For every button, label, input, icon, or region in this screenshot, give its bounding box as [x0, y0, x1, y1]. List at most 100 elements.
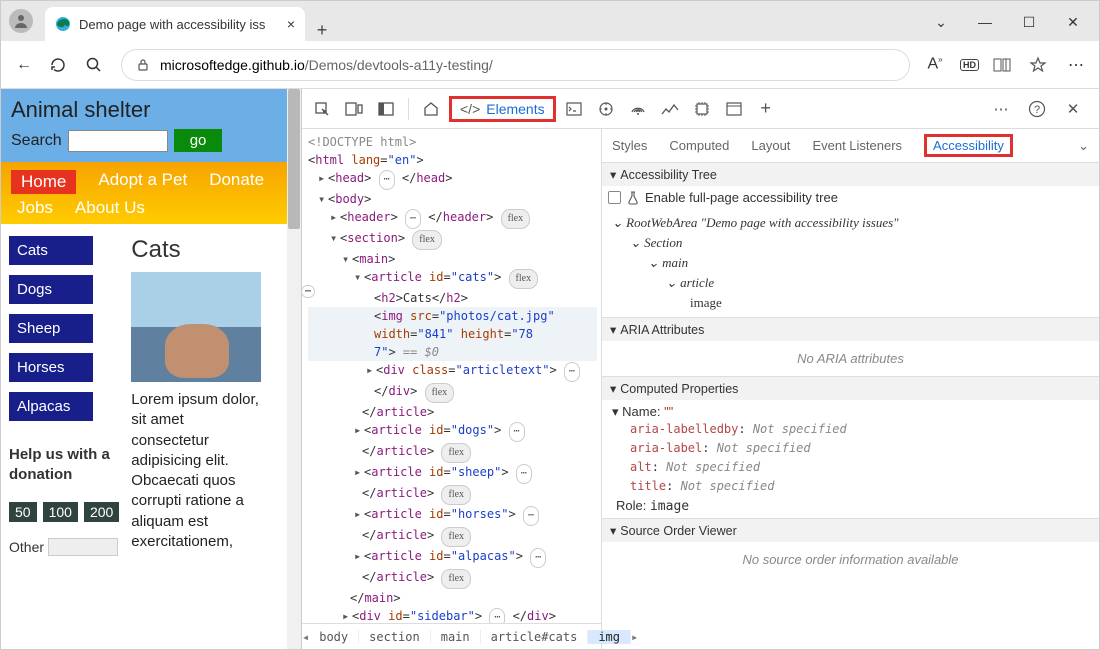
crumb-section[interactable]: section [359, 630, 431, 644]
subtab-computed[interactable]: Computed [669, 138, 729, 153]
refresh-button[interactable] [49, 56, 71, 74]
site-nav: Home Adopt a Pet Donate Jobs About Us [1, 162, 301, 224]
sidebar-item-alpacas[interactable]: Alpacas [9, 392, 93, 421]
other-input[interactable] [48, 538, 118, 556]
sidebar-item-dogs[interactable]: Dogs [9, 275, 93, 304]
accessibility-panel: Styles Computed Layout Event Listeners A… [602, 129, 1099, 649]
subtab-layout[interactable]: Layout [751, 138, 790, 153]
devtools: </> Elements + ⋯ ? ✕ [301, 89, 1099, 649]
article-text: Lorem ipsum dolor, sit amet consectetur … [131, 390, 293, 552]
application-icon[interactable] [720, 95, 748, 123]
reader-icon[interactable] [993, 57, 1015, 73]
chevron-down-icon[interactable]: ⌄ [931, 14, 951, 31]
memory-icon[interactable] [688, 95, 716, 123]
more-tools-icon[interactable]: ⋯ [987, 95, 1015, 123]
profile-button[interactable] [1, 9, 41, 41]
plus-icon[interactable]: + [752, 95, 780, 123]
page-scrollbar[interactable] [287, 89, 301, 649]
device-icon[interactable] [340, 95, 368, 123]
favorite-icon[interactable] [1029, 56, 1051, 74]
nav-adopt[interactable]: Adopt a Pet [98, 170, 187, 194]
section-source-order[interactable]: ▾Source Order Viewer [602, 519, 1099, 542]
crumb-body[interactable]: body [309, 630, 359, 644]
help-icon[interactable]: ? [1023, 95, 1051, 123]
nav-donate[interactable]: Donate [209, 170, 264, 194]
page-title: Animal shelter [11, 97, 291, 123]
search-label: Search [11, 132, 62, 150]
dom-panel: <!DOCTYPE html> <html lang="en"> ▸<head>… [302, 129, 602, 649]
maximize-button[interactable]: ☐ [1019, 14, 1039, 31]
help-title: Help us with a donation [9, 445, 119, 484]
crumb-article[interactable]: article#cats [481, 630, 589, 644]
styles-tabs: Styles Computed Layout Event Listeners A… [602, 129, 1099, 163]
section-computed-properties[interactable]: ▾Computed Properties [602, 377, 1099, 400]
breadcrumb[interactable]: ◂ body section main article#cats img ▸ [302, 623, 601, 649]
menu-icon[interactable]: ⋯ [1065, 55, 1087, 75]
main-heading: Cats [131, 236, 293, 264]
dom-doctype: <!DOCTYPE html> [308, 133, 597, 151]
new-tab-button[interactable]: + [305, 20, 339, 41]
search-icon[interactable] [85, 56, 107, 74]
subtab-event-listeners[interactable]: Event Listeners [812, 138, 902, 153]
enable-tree-label: Enable full-page accessibility tree [645, 190, 838, 205]
search-input[interactable] [68, 130, 168, 152]
tab-title: Demo page with accessibility iss [79, 17, 265, 32]
dom-tree[interactable]: <!DOCTYPE html> <html lang="en"> ▸<head>… [302, 129, 601, 623]
enable-tree-checkbox[interactable] [608, 191, 621, 204]
sources-icon[interactable] [592, 95, 620, 123]
url-host: microsoftedge.github.io [160, 57, 305, 73]
performance-icon[interactable] [656, 95, 684, 123]
welcome-icon[interactable] [417, 95, 445, 123]
toolbar: ← microsoftedge.github.io/Demos/devtools… [1, 41, 1099, 89]
sov-empty: No source order information available [602, 542, 1099, 577]
hd-icon[interactable]: HD [960, 59, 979, 71]
subtab-styles[interactable]: Styles [612, 138, 647, 153]
go-button[interactable]: go [174, 129, 223, 152]
code-icon: </> [460, 101, 480, 117]
edge-icon [55, 16, 71, 32]
close-tab-icon[interactable]: × [287, 16, 295, 32]
sidebar-item-cats[interactable]: Cats [9, 236, 93, 265]
subtab-accessibility[interactable]: Accessibility [924, 134, 1013, 157]
crumb-prev-icon[interactable]: ◂ [302, 630, 309, 644]
donation-200[interactable]: 200 [84, 502, 119, 522]
nav-about[interactable]: About Us [75, 198, 145, 218]
dom-selected-img[interactable]: <img src="photos/cat.jpg" [308, 307, 597, 325]
crumb-main[interactable]: main [431, 630, 481, 644]
minimize-button[interactable]: — [975, 14, 995, 31]
accessibility-tree[interactable]: ⌄ RootWebArea "Demo page with accessibil… [602, 209, 1099, 317]
svg-text:?: ? [1034, 104, 1040, 116]
lock-icon [136, 58, 150, 72]
close-window-button[interactable]: ✕ [1063, 14, 1083, 31]
dock-icon[interactable] [372, 95, 400, 123]
url-path: /Demos/devtools-a11y-testing/ [305, 57, 493, 73]
tab-elements[interactable]: </> Elements [449, 96, 556, 122]
nav-home[interactable]: Home [11, 170, 76, 194]
back-button[interactable]: ← [13, 56, 35, 74]
tab-elements-label: Elements [486, 101, 544, 117]
nav-jobs[interactable]: Jobs [17, 198, 53, 218]
address-bar[interactable]: microsoftedge.github.io/Demos/devtools-a… [121, 49, 910, 81]
console-icon[interactable] [560, 95, 588, 123]
person-icon [9, 9, 33, 33]
read-aloud-icon[interactable]: A» [924, 55, 946, 73]
network-icon[interactable] [624, 95, 652, 123]
flask-icon [627, 191, 639, 205]
sidebar-item-horses[interactable]: Horses [9, 353, 93, 382]
browser-tab[interactable]: Demo page with accessibility iss × [45, 7, 305, 41]
title-bar: Demo page with accessibility iss × + ⌄ —… [1, 1, 1099, 41]
aria-empty: No ARIA attributes [602, 341, 1099, 376]
devtools-toolbar: </> Elements + ⋯ ? ✕ [302, 89, 1099, 129]
sidebar-item-sheep[interactable]: Sheep [9, 314, 93, 343]
page-viewport: Animal shelter Search go Home Adopt a Pe… [1, 89, 301, 649]
chevron-down-icon[interactable]: ⌄ [1078, 138, 1089, 154]
donation-100[interactable]: 100 [43, 502, 78, 522]
inspect-icon[interactable] [308, 95, 336, 123]
row-actions-icon[interactable]: ⋯ [302, 285, 315, 298]
cat-image [131, 272, 261, 382]
section-aria-attributes[interactable]: ▾ARIA Attributes [602, 318, 1099, 341]
section-accessibility-tree[interactable]: ▾Accessibility Tree [602, 163, 1099, 186]
donation-50[interactable]: 50 [9, 502, 37, 522]
close-devtools-icon[interactable]: ✕ [1059, 95, 1087, 123]
other-label: Other [9, 539, 44, 555]
